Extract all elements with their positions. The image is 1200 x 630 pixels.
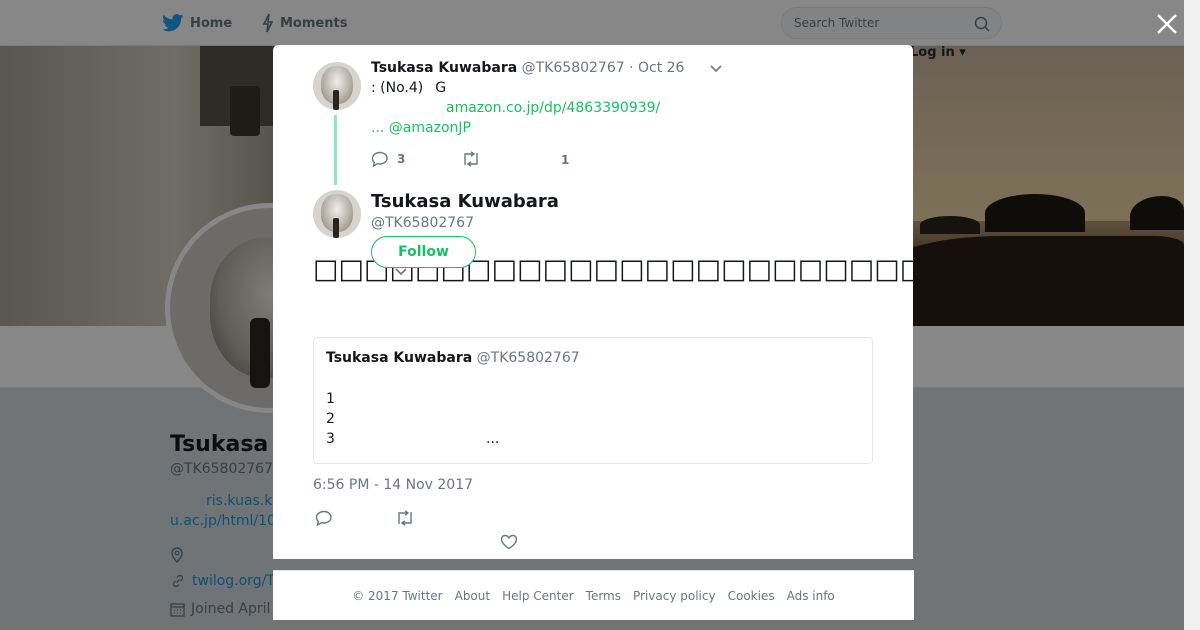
footer-about[interactable]: About <box>455 589 490 603</box>
login-link[interactable]: Log in ▾ <box>910 45 966 60</box>
retweet-icon[interactable] <box>395 510 415 526</box>
reply-count: 3 <box>397 152 406 166</box>
ancestor-avatar[interactable] <box>313 62 361 110</box>
caret-down-icon: ▾ <box>959 45 966 60</box>
retweet-icon <box>464 151 478 167</box>
quoted-ellipsis: ... <box>486 431 500 447</box>
reply-icon <box>371 151 388 167</box>
quoted-line-3: 3 <box>326 431 335 447</box>
ancestor-mention-link[interactable]: ... @amazonJP <box>371 120 471 136</box>
quoted-header: Tsukasa Kuwabara @TK65802767 <box>326 350 580 366</box>
reply-icon[interactable] <box>315 510 333 526</box>
ancestor-date[interactable]: · Oct 26 <box>629 60 684 76</box>
ancestor-tweet[interactable]: Tsukasa Kuwabara @TK65802767 · Oct 26 : … <box>273 45 913 185</box>
footer: © 2017 Twitter About Help Center Terms P… <box>273 570 914 620</box>
follow-button[interactable]: Follow <box>371 236 476 268</box>
retweet-button[interactable] <box>461 151 563 167</box>
thread-connector <box>334 115 337 185</box>
footer-ads[interactable]: Ads info <box>787 589 835 603</box>
ancestor-text-b: G <box>435 80 447 96</box>
quoted-line-2: 2 <box>326 411 335 427</box>
reply-button[interactable]: 3 <box>371 151 461 167</box>
footer-terms[interactable]: Terms <box>586 589 621 603</box>
scrollbar[interactable] <box>1184 0 1200 630</box>
footer-help[interactable]: Help Center <box>502 589 574 603</box>
quoted-handle: @TK65802767 <box>476 350 580 366</box>
tweet-timestamp[interactable]: 6:56 PM - 14 Nov 2017 <box>313 477 473 493</box>
ancestor-actions: 3 <box>371 151 563 167</box>
quoted-tweet[interactable]: Tsukasa Kuwabara @TK65802767 1 2 3 ... <box>313 337 873 464</box>
ancestor-fullname[interactable]: Tsukasa Kuwabara <box>371 60 517 76</box>
ancestor-handle[interactable]: @TK65802767 <box>522 60 625 76</box>
main-tweet-avatar[interactable] <box>313 190 361 238</box>
heart-icon[interactable] <box>500 534 518 550</box>
chevron-down-icon[interactable] <box>394 267 408 277</box>
quoted-fullname: Tsukasa Kuwabara <box>326 350 473 366</box>
like-count[interactable]: 1 <box>561 153 569 167</box>
chevron-down-icon[interactable] <box>709 63 723 75</box>
tweet-permalink-modal: Tsukasa Kuwabara @TK65802767 · Oct 26 : … <box>273 45 913 559</box>
ancestor-text-a: : (No.4) <box>371 80 424 96</box>
main-tweet-fullname[interactable]: Tsukasa Kuwabara <box>371 191 559 212</box>
close-icon[interactable] <box>1155 12 1179 36</box>
ancestor-amazon-link[interactable]: amazon.co.jp/dp/4863390939/ <box>446 100 660 116</box>
ancestor-text: : (No.4) G <box>371 80 446 96</box>
main-tweet-handle[interactable]: @TK65802767 <box>371 215 474 231</box>
footer-copyright: © 2017 Twitter <box>352 588 443 603</box>
footer-privacy[interactable]: Privacy policy <box>633 589 716 603</box>
login-label: Log in <box>910 45 955 60</box>
quoted-line-1: 1 <box>326 391 335 407</box>
ancestor-header: Tsukasa Kuwabara @TK65802767 · Oct 26 <box>371 60 684 76</box>
footer-cookies[interactable]: Cookies <box>728 589 775 603</box>
